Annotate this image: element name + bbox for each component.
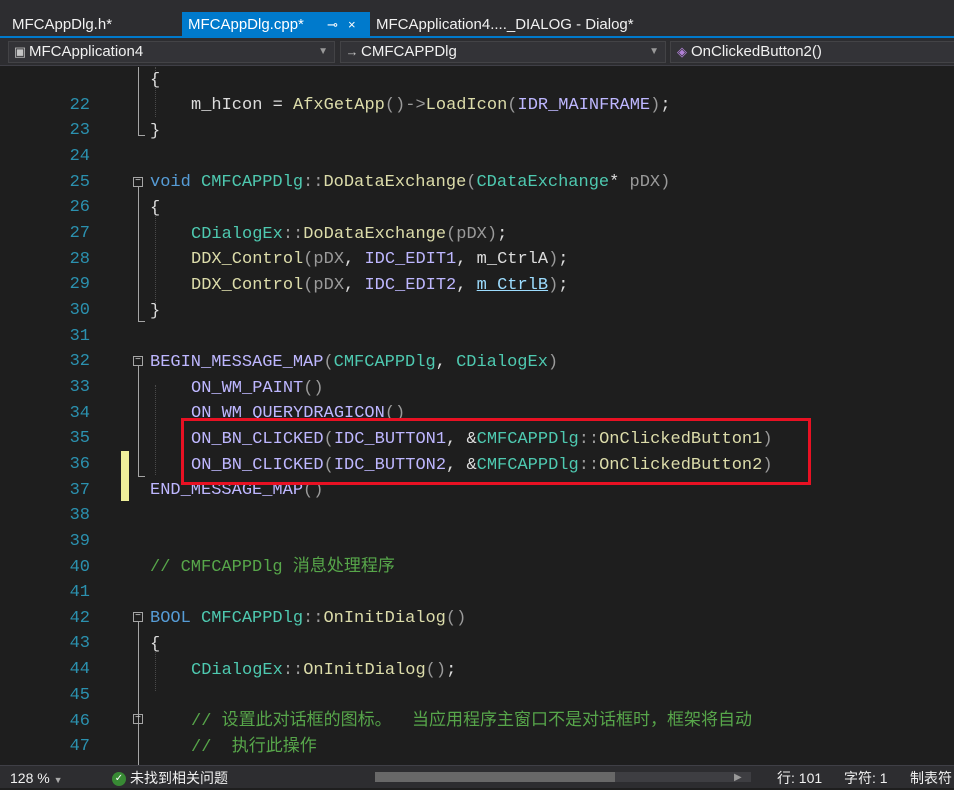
chevron-down-icon: ▼ bbox=[649, 46, 659, 57]
horizontal-scrollbar[interactable] bbox=[375, 772, 751, 782]
chevron-down-icon: ▼ bbox=[318, 46, 328, 57]
code-editor[interactable]: − − − − 22 { 23 m_hIcon = AfxGetApp()->L… bbox=[0, 67, 954, 765]
close-icon[interactable]: × bbox=[348, 12, 356, 38]
arrow-right-icon: → bbox=[345, 44, 359, 59]
pin-icon[interactable]: ⊸ bbox=[327, 12, 338, 38]
member-name: OnClickedButton2() bbox=[691, 43, 822, 60]
issues-indicator[interactable]: ✓ 未找到相关问题 bbox=[112, 768, 228, 788]
code-line: 46 bbox=[0, 684, 954, 731]
project-dropdown[interactable]: ▣ MFCApplication4 ▼ bbox=[8, 41, 335, 63]
issues-text: 未找到相关问题 bbox=[130, 770, 228, 786]
code-line: 43 BOOL CMFCAPPDlg::OnInitDialog() bbox=[0, 606, 954, 653]
scrollbar-thumb[interactable] bbox=[375, 772, 615, 782]
code-line: 27 { bbox=[0, 196, 954, 243]
char-indicator: 字符: 1 bbox=[844, 770, 888, 786]
line-indicator: 行: 101 bbox=[777, 770, 823, 786]
undefined-symbol-link[interactable]: m_CtrlB bbox=[477, 276, 548, 295]
code-line: 42 bbox=[0, 581, 954, 628]
code-text: { bbox=[150, 635, 161, 654]
scope-dropdown[interactable]: → CMFCAPPDlg ▼ bbox=[340, 41, 666, 63]
code-text: DDX_Control(pDX, IDC_EDIT2, m_CtrlB); bbox=[191, 276, 569, 295]
project-icon: ▣ bbox=[13, 44, 27, 59]
tab-label: MFCAppDlg.h* bbox=[12, 16, 113, 33]
navigation-bar: ▣ MFCApplication4 ▼ → CMFCAPPDlg ▼ ◈ OnClic… bbox=[0, 38, 954, 66]
code-line: 34 ON_WM_PAINT() bbox=[0, 376, 954, 423]
project-name: MFCApplication4 bbox=[29, 43, 144, 60]
check-circle-icon: ✓ bbox=[112, 772, 126, 787]
code-text: BEGIN_MESSAGE_MAP(CMFCAPPDlg, CDialogEx) bbox=[150, 353, 559, 372]
code-text: // 执行此操作 bbox=[191, 738, 317, 757]
scope-name: CMFCAPPDlg bbox=[361, 43, 457, 60]
code-line: 22 { bbox=[0, 68, 954, 115]
indent-mode-indicator[interactable]: 制表符 bbox=[910, 768, 952, 788]
code-line: 44 { bbox=[0, 632, 954, 679]
tab-label: MFCApplication4...._DIALOG - Dialog* bbox=[376, 16, 634, 33]
tab-mfcappdlg-cpp[interactable]: MFCAppDlg.cpp* ⊸ × bbox=[182, 12, 370, 38]
code-line: 32 bbox=[0, 324, 954, 371]
code-text: } bbox=[150, 122, 161, 141]
code-text: DDX_Control(pDX, IDC_EDIT1, m_CtrlA); bbox=[191, 250, 569, 269]
code-line: 26 void CMFCAPPDlg::DoDataExchange(CData… bbox=[0, 170, 954, 217]
tab-label: MFCAppDlg.cpp* bbox=[188, 16, 304, 33]
code-line: 47 // 设置此对话框的图标。 当应用程序主窗口不是对话框时，框架将自动 bbox=[0, 709, 954, 756]
code-line: 28 CDialogEx::DoDataExchange(pDX); bbox=[0, 222, 954, 269]
code-line: 40 bbox=[0, 530, 954, 577]
tab-dialog-resource[interactable]: MFCApplication4...._DIALOG - Dialog* bbox=[370, 12, 650, 38]
code-text: CDialogEx::DoDataExchange(pDX); bbox=[191, 225, 508, 244]
code-line: 30 DDX_Control(pDX, IDC_EDIT2, m_CtrlB); bbox=[0, 273, 954, 320]
method-icon: ◈ bbox=[677, 44, 687, 59]
code-text: ON_WM_PAINT() bbox=[191, 379, 324, 398]
status-bar: 128 % ▼ ✓ 未找到相关问题 ▶ 行: 101 字符: 1 制表符 bbox=[0, 765, 954, 788]
code-text: BOOL CMFCAPPDlg::OnInitDialog() bbox=[150, 609, 467, 628]
zoom-dropdown[interactable]: 128 % ▼ bbox=[10, 768, 63, 790]
scroll-right-icon[interactable]: ▶ bbox=[734, 768, 742, 788]
code-line: 31 } bbox=[0, 299, 954, 346]
code-line: 39 bbox=[0, 504, 954, 551]
code-text: // CMFCAPPDlg 消息处理程序 bbox=[150, 558, 395, 577]
code-text: { bbox=[150, 71, 161, 90]
code-text: void CMFCAPPDlg::DoDataExchange(CDataExc… bbox=[150, 173, 671, 192]
code-line: 48 // 执行此操作 bbox=[0, 735, 954, 765]
code-text: // 设置此对话框的图标。 当应用程序主窗口不是对话框时，框架将自动 bbox=[191, 712, 753, 731]
code-line: 45 CDialogEx::OnInitDialog(); bbox=[0, 658, 954, 705]
zoom-level: 128 % bbox=[10, 770, 50, 786]
tab-mfcappdlg-h[interactable]: MFCAppDlg.h* bbox=[6, 12, 182, 38]
code-line: 25 bbox=[0, 145, 954, 192]
document-tab-bar: MFCAppDlg.h* MFCAppDlg.cpp* ⊸ × MFCAppli… bbox=[0, 0, 954, 38]
code-text: } bbox=[150, 302, 161, 321]
member-dropdown[interactable]: ◈ OnClickedButton2() bbox=[670, 41, 954, 63]
code-text: m_hIcon = AfxGetApp()->LoadIcon(IDR_MAIN… bbox=[191, 96, 671, 115]
code-text: CDialogEx::OnInitDialog(); bbox=[191, 661, 457, 680]
code-line: 24 } bbox=[0, 119, 954, 166]
code-line: 33 BEGIN_MESSAGE_MAP(CMFCAPPDlg, CDialog… bbox=[0, 350, 954, 397]
code-line: 41 // CMFCAPPDlg 消息处理程序 bbox=[0, 555, 954, 602]
code-line: 23 m_hIcon = AfxGetApp()->LoadIcon(IDR_M… bbox=[0, 93, 954, 140]
annotation-highlight-box bbox=[181, 418, 811, 485]
code-text: { bbox=[150, 199, 161, 218]
code-line: 29 DDX_Control(pDX, IDC_EDIT1, m_CtrlA); bbox=[0, 247, 954, 294]
chevron-down-icon: ▼ bbox=[53, 775, 63, 785]
